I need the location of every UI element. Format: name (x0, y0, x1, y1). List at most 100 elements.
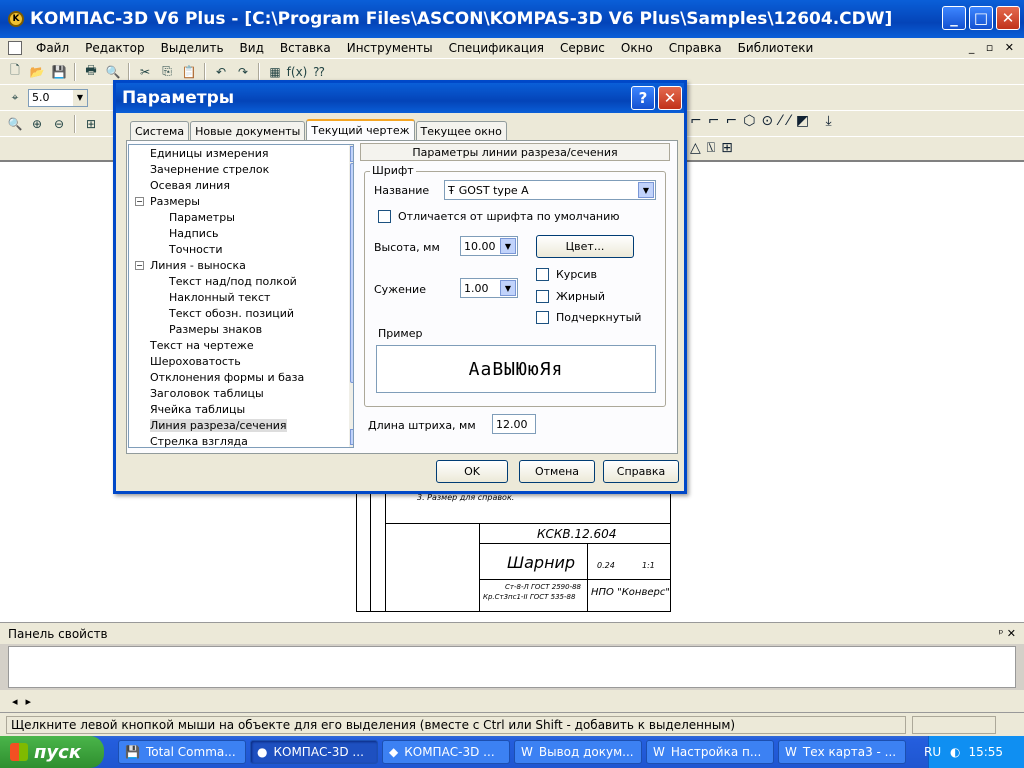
save-icon[interactable]: 💾 (50, 63, 68, 81)
menu-select[interactable]: Выделить (153, 41, 232, 55)
tree-item[interactable]: Надпись (129, 225, 353, 241)
task-kompas-1[interactable]: ● КОМПАС-3D ... (250, 740, 378, 764)
preview-icon[interactable]: 🔍 (104, 63, 122, 81)
scroll-thumb[interactable] (350, 163, 353, 383)
bold-checkbox[interactable] (536, 290, 549, 303)
tree-item[interactable]: Единицы измерения (129, 145, 353, 161)
chevron-down-icon[interactable]: ▼ (73, 89, 87, 106)
nav-right-icon[interactable]: ▸ (26, 695, 32, 708)
tab-new-documents[interactable]: Новые документы (190, 121, 306, 140)
dialog-close-button[interactable]: ✕ (658, 86, 682, 110)
redo-icon[interactable]: ↷ (234, 63, 252, 81)
scroll-down-icon[interactable]: ▼ (350, 429, 353, 445)
tree-item[interactable]: Текст обозн. позиций (129, 305, 353, 321)
drawing-tools-strip[interactable]: ⌐⌐⌐⬡⊙⁄⁄◩ ⤓ (690, 113, 838, 129)
tab-system[interactable]: Система (130, 121, 190, 140)
color-button[interactable]: Цвет... (536, 235, 634, 258)
collapse-icon[interactable]: − (135, 196, 144, 206)
panel-pin-close-icon[interactable]: ᵖ ✕ (999, 627, 1016, 640)
undo-icon[interactable]: ↶ (212, 63, 230, 81)
chevron-down-icon[interactable]: ▼ (500, 238, 516, 254)
tree-item[interactable]: − Размеры (129, 193, 353, 209)
tree-item[interactable]: Стрелка взгляда (129, 433, 353, 448)
help-pointer-icon[interactable]: ⁇ (310, 63, 328, 81)
cut-icon[interactable]: ✂ (136, 63, 154, 81)
tree-item[interactable]: − Линия - выноска (129, 257, 353, 273)
document-icon[interactable] (8, 41, 22, 55)
language-indicator[interactable]: RU (924, 745, 941, 759)
start-button[interactable]: пуск (0, 736, 104, 768)
zoom-window-icon[interactable]: ⊞ (82, 115, 100, 133)
italic-checkbox[interactable] (536, 268, 549, 281)
menu-view[interactable]: Вид (232, 41, 272, 55)
scale-combo[interactable]: 5.0 ▼ (28, 88, 88, 107)
task-word-settings[interactable]: W Настройка п... (646, 740, 774, 764)
tab-current-drawing[interactable]: Текущий чертеж (306, 119, 415, 140)
tree-item[interactable]: Ячейка таблицы (129, 401, 353, 417)
tree-item[interactable]: Текст над/под полкой (129, 273, 353, 289)
differs-checkbox[interactable] (378, 210, 391, 223)
tree-item[interactable]: Размеры знаков (129, 321, 353, 337)
new-file-icon[interactable]: 🗋 (6, 63, 24, 81)
tree-item[interactable]: Параметры (129, 209, 353, 225)
copy-icon[interactable]: ⎘ (158, 63, 176, 81)
underline-checkbox[interactable] (536, 311, 549, 324)
tree-item[interactable]: Отклонения формы и база (129, 369, 353, 385)
task-kompas-2[interactable]: ◆ КОМПАС-3D ... (382, 740, 510, 764)
menu-file[interactable]: Файл (28, 41, 77, 55)
task-word-techcard[interactable]: W Тех карта3 - ... (778, 740, 906, 764)
ok-button[interactable]: OK (436, 460, 508, 483)
tree-item[interactable]: Текст на чертеже (129, 337, 353, 353)
nav-left-icon[interactable]: ◂ (12, 695, 18, 708)
minimize-button[interactable]: _ (942, 6, 966, 30)
menu-libraries[interactable]: Библиотеки (730, 41, 822, 55)
chevron-down-icon[interactable]: ▼ (638, 182, 654, 198)
tree-item[interactable]: Точности (129, 241, 353, 257)
menu-help[interactable]: Справка (661, 41, 730, 55)
stroke-length-input[interactable]: 12.00 (492, 414, 536, 434)
dialog-help-button[interactable]: ? (631, 86, 655, 110)
close-button[interactable]: ✕ (996, 6, 1020, 30)
maximize-button[interactable]: □ (969, 6, 993, 30)
tree-item[interactable]: Линия разреза/сечения (129, 417, 353, 433)
height-select[interactable]: 10.00 ▼ (460, 236, 518, 256)
snap-icon[interactable]: ⌖ (6, 89, 24, 107)
drawing-sheet[interactable]: 3. Размер для справок. КСКВ.12.604 Шарни… (356, 490, 671, 612)
function-icon[interactable]: f(x) (287, 63, 308, 81)
narrow-select[interactable]: 1.00 ▼ (460, 278, 518, 298)
tree-item[interactable]: Зачернение стрелок (129, 161, 353, 177)
mdi-window-buttons[interactable]: _ ▫ ✕ (969, 41, 1018, 54)
tree-item[interactable]: Заголовок таблицы (129, 385, 353, 401)
print-icon[interactable]: 🖶 (82, 63, 100, 81)
menu-service[interactable]: Сервис (552, 41, 613, 55)
menu-window[interactable]: Окно (613, 41, 661, 55)
chevron-down-icon[interactable]: ▼ (500, 280, 516, 296)
menu-edit[interactable]: Редактор (77, 41, 152, 55)
drawing-tools-strip-2[interactable]: △⍂⊞ (690, 140, 739, 156)
task-total-commander[interactable]: 💾 Total Comma... (118, 740, 246, 764)
help-button[interactable]: Справка (603, 460, 679, 483)
menu-insert[interactable]: Вставка (272, 41, 339, 55)
tab-current-window[interactable]: Текущее окно (415, 121, 507, 140)
font-name-select[interactable]: Ŧ GOST type A ▼ (444, 180, 656, 200)
zoom-in-icon[interactable]: ⊕ (28, 115, 46, 133)
tree-item[interactable]: Шероховатость (129, 353, 353, 369)
open-folder-icon[interactable]: 📂 (28, 63, 46, 81)
tree-item[interactable]: Осевая линия (129, 177, 353, 193)
paste-icon[interactable]: 📋 (180, 63, 198, 81)
menu-specification[interactable]: Спецификация (441, 41, 552, 55)
calculator-icon[interactable]: ▦ (266, 63, 284, 81)
menu-tools[interactable]: Инструменты (339, 41, 441, 55)
scroll-up-icon[interactable]: ▲ (350, 146, 353, 162)
tree-item[interactable]: Наклонный текст (129, 289, 353, 305)
tray-icon[interactable]: ◐ (950, 745, 960, 759)
clock[interactable]: 15:55 (968, 745, 1003, 759)
material-1: Ст-8-Л ГОСТ 2590-88 (505, 583, 582, 591)
zoom-icon[interactable]: 🔍 (6, 115, 24, 133)
tree-scrollbar[interactable]: ▲ ▼ (349, 145, 353, 447)
settings-tree[interactable]: Единицы измерения Зачернение стрелок Осева… (128, 144, 354, 448)
zoom-out-icon[interactable]: ⊖ (50, 115, 68, 133)
collapse-icon[interactable]: − (135, 260, 144, 270)
task-word-output[interactable]: W Вывод докум... (514, 740, 642, 764)
cancel-button[interactable]: Отмена (519, 460, 595, 483)
